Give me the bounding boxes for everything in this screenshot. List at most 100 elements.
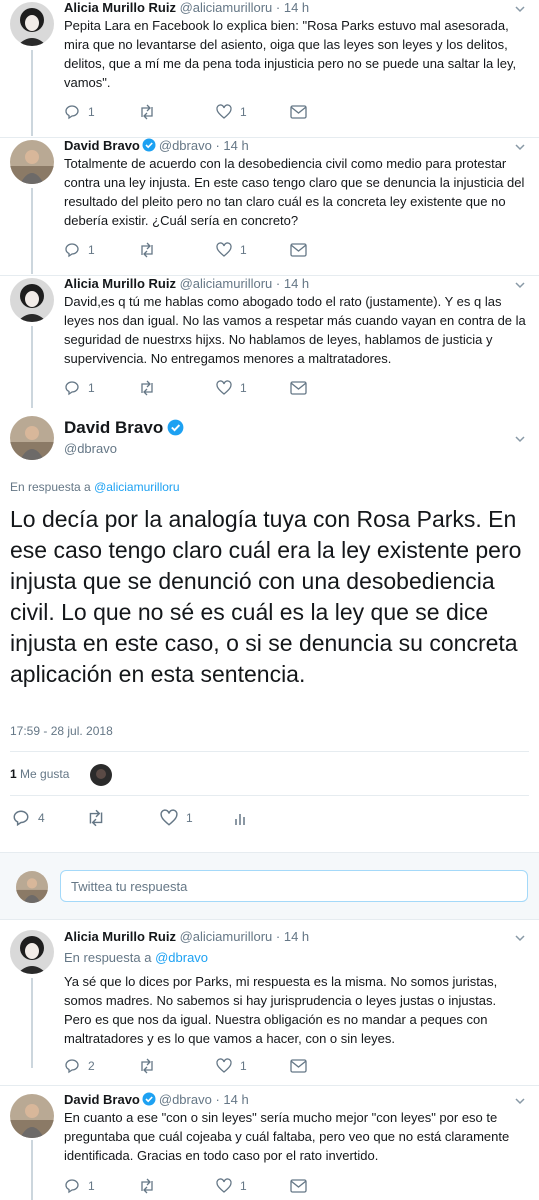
reply-prefix: En respuesta a: [10, 480, 91, 494]
like-button[interactable]: 1: [216, 378, 247, 398]
avatar[interactable]: [10, 278, 54, 322]
reply-button[interactable]: 1: [64, 240, 95, 260]
like-button[interactable]: 1: [216, 240, 247, 260]
reply-count: 1: [88, 1179, 95, 1193]
author-name[interactable]: Alicia Murillo Ruiz: [64, 276, 176, 291]
tweet-time[interactable]: 14 h: [223, 138, 248, 153]
tweet-text: Pepita Lara en Facebook lo explica bien:…: [64, 18, 517, 90]
chevron-down-icon[interactable]: [513, 1094, 527, 1108]
author-name[interactable]: David Bravo: [64, 418, 163, 437]
tweet-time[interactable]: 14 h: [284, 929, 309, 944]
avatar[interactable]: [10, 1094, 54, 1138]
like-count: 1: [240, 1059, 247, 1073]
dm-button[interactable]: [290, 1176, 307, 1196]
reply-icon: [65, 243, 79, 258]
chevron-down-icon[interactable]: [513, 278, 527, 292]
dm-icon: [290, 1059, 307, 1073]
avatar[interactable]: [10, 140, 54, 184]
likes-summary[interactable]: 1 Me gusta: [10, 767, 69, 781]
author-handle[interactable]: @aliciamurilloru: [180, 929, 273, 944]
dm-button[interactable]: [290, 1056, 307, 1076]
reply-icon: [13, 810, 29, 827]
author-handle[interactable]: @aliciamurilloru: [180, 276, 273, 291]
avatar[interactable]: [10, 930, 54, 974]
verified-icon: [142, 138, 156, 152]
reply-input[interactable]: Twittea tu respuesta: [60, 870, 528, 902]
liker-avatar[interactable]: [90, 764, 112, 786]
tweet[interactable]: Alicia Murillo Ruiz @aliciamurilloru · 1…: [0, 0, 539, 138]
like-count: 1: [186, 811, 193, 825]
reply-count: 1: [88, 381, 95, 395]
tweet-timestamp[interactable]: 17:59 - 28 jul. 2018: [10, 724, 113, 738]
author-name[interactable]: David Bravo: [64, 138, 140, 153]
like-button[interactable]: 1: [216, 1056, 247, 1076]
chevron-down-icon[interactable]: [513, 140, 527, 154]
like-count: 1: [240, 381, 247, 395]
tweet[interactable]: Alicia Murillo Ruiz @aliciamurilloru · 1…: [0, 276, 539, 410]
like-count: 1: [240, 105, 247, 119]
retweet-button[interactable]: [138, 102, 164, 122]
reply-composer: Twittea tu respuesta: [0, 852, 539, 920]
reply-to-link[interactable]: @dbravo: [155, 950, 208, 965]
like-icon: [160, 809, 178, 826]
tweet-time[interactable]: 14 h: [284, 0, 309, 15]
dm-button[interactable]: [290, 102, 307, 122]
chevron-down-icon[interactable]: [513, 931, 527, 945]
like-button[interactable]: 1: [216, 1176, 247, 1196]
reply-button[interactable]: 2: [64, 1056, 95, 1076]
dm-button[interactable]: [290, 378, 307, 398]
dm-icon: [290, 1179, 307, 1193]
avatar[interactable]: [10, 2, 54, 46]
like-button[interactable]: 1: [216, 102, 247, 122]
tweet-time[interactable]: 14 h: [284, 276, 309, 291]
tweet[interactable]: Alicia Murillo Ruiz @aliciamurilloru · 1…: [0, 926, 539, 1086]
main-author: David Bravo: [64, 418, 187, 438]
retweet-button[interactable]: [138, 240, 164, 260]
avatar[interactable]: [10, 416, 54, 460]
retweet-button[interactable]: [138, 1176, 164, 1196]
dm-button[interactable]: [290, 240, 307, 260]
avatar[interactable]: [16, 871, 48, 903]
chevron-down-icon[interactable]: [513, 432, 527, 446]
reply-placeholder: Twittea tu respuesta: [71, 879, 188, 894]
tweet-time[interactable]: 14 h: [223, 1092, 248, 1107]
author-handle[interactable]: @dbravo: [64, 441, 117, 456]
author-handle[interactable]: @dbravo: [159, 1092, 212, 1107]
tweet-header: Alicia Murillo Ruiz @aliciamurilloru · 1…: [64, 276, 310, 291]
retweet-button[interactable]: [138, 378, 164, 398]
author-handle[interactable]: @aliciamurilloru: [180, 0, 273, 15]
chevron-down-icon[interactable]: [513, 2, 527, 16]
tweet[interactable]: David Bravo @dbravo · 14 h Totalmente de …: [0, 138, 539, 276]
tweet-text: Totalmente de acuerdo con la desobedienc…: [64, 156, 525, 228]
analytics-button[interactable]: [234, 808, 248, 828]
author-handle[interactable]: @dbravo: [159, 138, 212, 153]
like-count: 1: [240, 243, 247, 257]
retweet-icon: [141, 242, 153, 258]
retweet-icon: [141, 380, 153, 396]
reply-count: 2: [88, 1059, 95, 1073]
reply-button[interactable]: 1: [64, 378, 95, 398]
retweet-button[interactable]: [138, 1056, 164, 1076]
likes-total: 1: [10, 767, 17, 781]
tweet-thread-page: Alicia Murillo Ruiz @aliciamurilloru · 1…: [0, 0, 539, 1200]
like-icon: [216, 380, 232, 395]
reply-context: En respuesta a @dbravo: [64, 950, 208, 965]
reply-button[interactable]: 4: [12, 808, 45, 828]
reply-button[interactable]: 1: [64, 102, 95, 122]
like-icon: [216, 1058, 232, 1073]
author-name[interactable]: David Bravo: [64, 1092, 140, 1107]
reply-icon: [65, 105, 79, 120]
retweet-icon: [89, 809, 103, 827]
reply-to-link[interactable]: @aliciamurilloru: [94, 480, 180, 494]
tweet[interactable]: David Bravo @dbravo · 14 h En cuanto a es…: [0, 1090, 539, 1200]
reply-button[interactable]: 1: [64, 1176, 95, 1196]
like-button[interactable]: 1: [160, 808, 193, 828]
reply-count: 4: [38, 811, 45, 825]
main-tweet: David Bravo @dbravo En respuesta a @alic…: [0, 410, 539, 850]
author-name[interactable]: Alicia Murillo Ruiz: [64, 929, 176, 944]
dm-icon: [290, 381, 307, 395]
like-count: 1: [240, 1179, 247, 1193]
author-name[interactable]: Alicia Murillo Ruiz: [64, 0, 176, 15]
dm-icon: [290, 105, 307, 119]
retweet-button[interactable]: [86, 808, 114, 828]
